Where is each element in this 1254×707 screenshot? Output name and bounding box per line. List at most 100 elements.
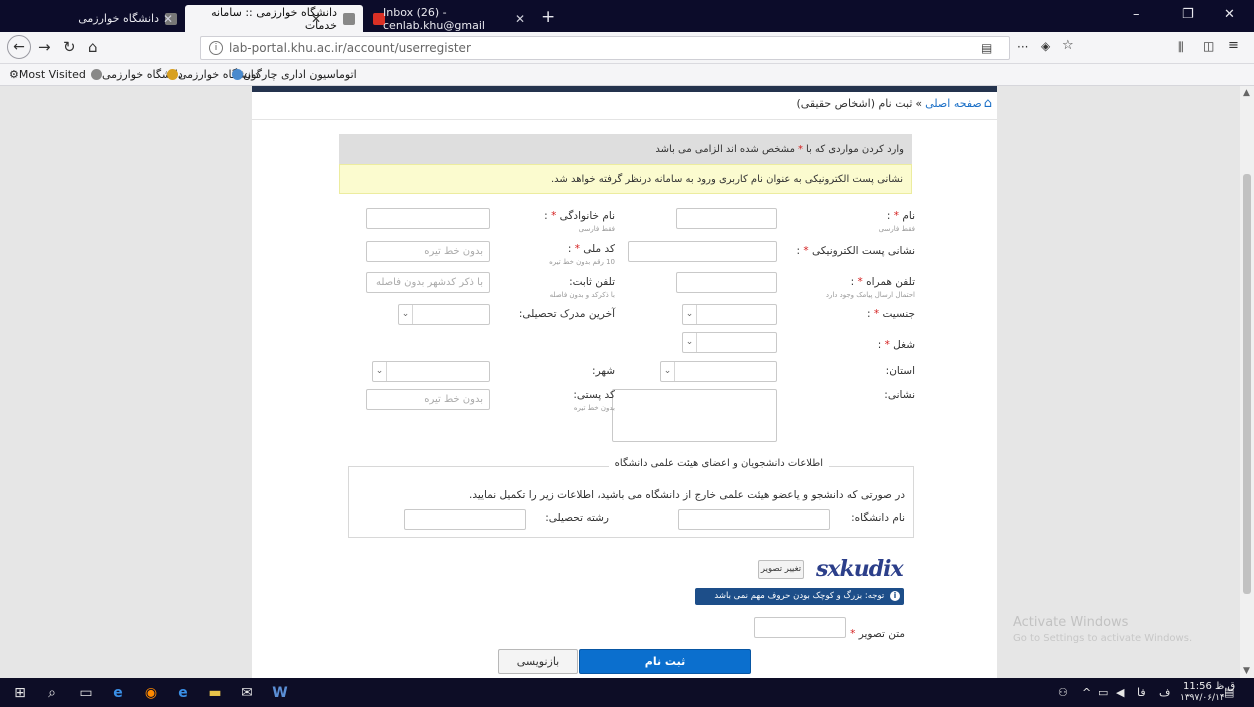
forward-arrow-icon[interactable]: → — [38, 38, 51, 56]
show-hidden-icons-icon[interactable]: ^ — [1082, 686, 1091, 699]
minimize-icon[interactable]: – — [1133, 7, 1140, 22]
volume-icon[interactable]: ◀ — [1116, 686, 1124, 699]
national-code-hint: 10 رقم بدون خط تیره — [549, 258, 615, 266]
breadcrumb-separator: » — [915, 97, 923, 110]
network-icon[interactable]: ▭ — [1098, 686, 1108, 699]
pocket-icon[interactable]: ◈ — [1041, 39, 1050, 53]
breadcrumb-home-link[interactable]: صفحه اصلی — [925, 97, 982, 110]
page-actions-icon[interactable]: ··· — [1017, 40, 1028, 54]
bookmarks-bar: Most Visited ⚙ دانشگاه خوارزمی دانشگاه خ… — [0, 64, 1254, 86]
windows-taskbar: ⊞ ⌕ ▭ e ◉ e ▬ ✉ W ⚇ ^ ▭ ◀ فا ف 11:56 ق.ظ… — [0, 678, 1254, 707]
edge-icon[interactable]: e — [173, 683, 193, 703]
chevron-down-icon: ⌄ — [661, 362, 675, 381]
vertical-scrollbar[interactable]: ▲ ▼ — [1240, 86, 1254, 678]
language-indicator[interactable]: فا — [1137, 686, 1146, 699]
education-select[interactable]: ⌄ — [398, 304, 490, 325]
page-viewport: ⌂ صفحه اصلی » ثبت نام (اشخاص حقیقی) وارد… — [0, 86, 1240, 678]
city-select[interactable]: ⌄ — [372, 361, 490, 382]
email-username-notice: نشانی پست الکترونیکی به عنوان نام کاربری… — [339, 164, 912, 194]
window-close-icon[interactable]: ✕ — [1224, 7, 1235, 22]
national-code-input[interactable]: بدون خط تیره — [366, 241, 490, 262]
browser-navigation-bar: ← → ↻ ⌂ i lab-portal.khu.ac.ir/account/u… — [0, 32, 1254, 64]
address-bar[interactable]: i lab-portal.khu.ac.ir/account/userregis… — [200, 36, 1010, 60]
tab-label: دانشگاه خوارزمی — [78, 12, 159, 25]
phone-label: تلفن ثابت: — [569, 276, 615, 288]
file-explorer-icon[interactable]: ▬ — [205, 683, 225, 703]
reload-icon[interactable]: ↻ — [63, 38, 76, 56]
reader-view-icon[interactable]: ▤ — [981, 41, 992, 55]
job-select[interactable]: ⌄ — [682, 332, 777, 353]
bookmark-most-visited[interactable]: Most Visited ⚙ — [6, 68, 86, 81]
tab-close-icon[interactable]: ✕ — [311, 12, 321, 26]
education-label: آخرین مدرک تحصیلی: — [518, 308, 615, 320]
scroll-up-icon[interactable]: ▲ — [1243, 88, 1250, 98]
tab-khu[interactable]: دانشگاه خوارزمی ✕ — [0, 5, 185, 32]
reset-button[interactable]: بازنویسی — [498, 649, 578, 674]
address-label: نشانی: — [884, 389, 915, 401]
site-info-icon[interactable]: i — [209, 41, 223, 55]
tab-label: Inbox (26) - cenlab.khu@gmail — [383, 5, 485, 32]
restore-icon[interactable]: ❐ — [1182, 7, 1194, 22]
url-text[interactable]: lab-portal.khu.ac.ir/account/userregiste… — [229, 41, 471, 55]
registration-page: ⌂ صفحه اصلی » ثبت نام (اشخاص حقیقی) وارد… — [252, 86, 997, 678]
city-label: شهر: — [592, 365, 615, 377]
library-icon[interactable]: ⫼ — [1178, 40, 1184, 55]
home-icon[interactable]: ⌂ — [984, 96, 992, 111]
back-arrow-icon[interactable]: ← — [7, 35, 31, 59]
golestan-favicon-icon — [232, 69, 243, 80]
national-code-label: کد ملی * : — [567, 243, 615, 255]
first-name-input[interactable] — [676, 208, 777, 229]
email-label: نشانی پست الکترونیکی * : — [796, 245, 915, 257]
activation-watermark-subtitle: Go to Settings to activate Windows. — [1013, 633, 1193, 644]
notice-text: نشانی پست الکترونیکی به عنوان نام کاربری… — [550, 173, 903, 185]
captcha-input[interactable] — [754, 617, 846, 638]
email-input[interactable] — [628, 241, 777, 262]
major-input[interactable] — [404, 509, 526, 530]
mail-icon[interactable]: ✉ — [237, 683, 257, 703]
tab-khu-services[interactable]: دانشگاه خوارزمی :: سامانه خدمات ✕ — [185, 5, 363, 32]
notice-text: مشخص شده اند الزامی می باشد — [655, 143, 795, 155]
scroll-down-icon[interactable]: ▼ — [1243, 666, 1250, 676]
search-icon[interactable]: ⌕ — [42, 683, 62, 703]
university-name-input[interactable] — [678, 509, 830, 530]
captcha-label: متن تصویر * : — [843, 628, 905, 640]
register-button[interactable]: ثبت نام — [579, 649, 751, 674]
firefox-icon[interactable]: ◉ — [141, 683, 161, 703]
bookmark-star-icon[interactable]: ☆ — [1062, 38, 1074, 53]
windows-start-icon[interactable]: ⊞ — [10, 683, 30, 703]
mobile-input[interactable] — [676, 272, 777, 293]
sidebar-icon[interactable]: ◫ — [1203, 39, 1214, 53]
tab-gmail-inbox[interactable]: Inbox (26) - cenlab.khu@gmail ✕ — [363, 5, 533, 32]
task-view-icon[interactable]: ▭ — [76, 683, 96, 703]
major-label: رشته تحصیلی: — [545, 512, 609, 524]
tab-close-icon[interactable]: ✕ — [163, 12, 173, 26]
job-label: شغل * : — [877, 339, 915, 351]
province-select[interactable]: ⌄ — [660, 361, 777, 382]
site-header-strip — [252, 86, 997, 92]
info-icon: i — [890, 591, 900, 601]
people-icon[interactable]: ⚇ — [1058, 686, 1068, 699]
chevron-down-icon: ⌄ — [399, 305, 413, 324]
scroll-thumb[interactable] — [1243, 174, 1251, 594]
last-name-label: نام خانوادگی * : — [544, 210, 615, 222]
new-tab-button[interactable]: + — [541, 7, 555, 27]
breadcrumb: ⌂ صفحه اصلی » ثبت نام (اشخاص حقیقی) — [796, 96, 992, 111]
university-name-label: نام دانشگاه: — [851, 512, 905, 524]
clock-date[interactable]: ۱۳۹۷/۰۶/۱۴ — [1180, 693, 1225, 703]
home-icon[interactable]: ⌂ — [88, 38, 98, 56]
notifications-icon[interactable]: ▤ — [1224, 686, 1234, 699]
last-name-input[interactable] — [366, 208, 490, 229]
required-star: * — [797, 143, 803, 155]
bookmark-label: Most Visited — [18, 68, 86, 81]
address-textarea[interactable] — [612, 389, 777, 442]
word-icon[interactable]: W — [270, 683, 290, 703]
phone-input[interactable]: با ذکر کدشهر بدون فاصله — [366, 272, 490, 293]
tab-close-icon[interactable]: ✕ — [515, 12, 525, 26]
postal-code-input[interactable]: بدون خط تیره — [366, 389, 490, 410]
bookmark-chargoon[interactable]: اتوماسیون اداری چارگون — [228, 68, 357, 81]
gender-select[interactable]: ⌄ — [682, 304, 777, 325]
internet-explorer-icon[interactable]: e — [108, 683, 128, 703]
captcha-refresh-button[interactable]: تغییر تصویر — [758, 560, 804, 579]
browser-tab-bar: دانشگاه خوارزمی ✕ دانشگاه خوارزمی :: سام… — [0, 0, 1254, 32]
menu-icon[interactable]: ≡ — [1228, 38, 1239, 53]
